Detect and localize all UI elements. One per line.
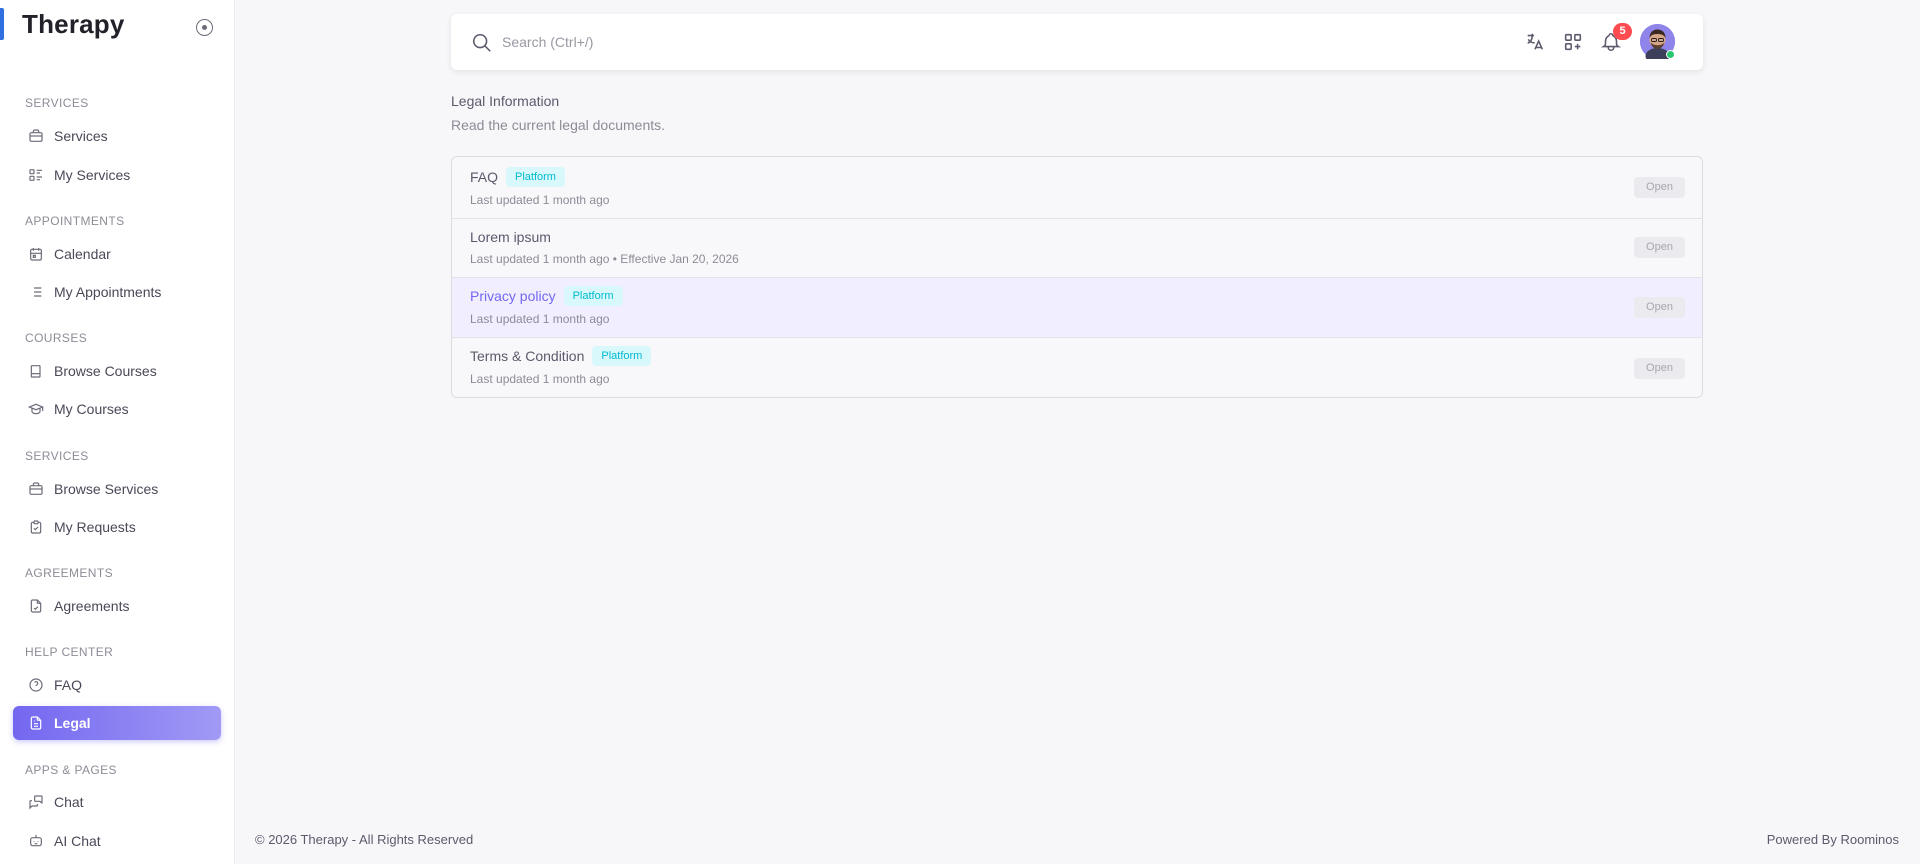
list-details-icon: [28, 167, 44, 183]
sidebar-item-faq[interactable]: FAQ: [13, 668, 221, 702]
sidebar-item-label: AI Chat: [54, 833, 101, 849]
search-icon[interactable]: [471, 32, 493, 54]
nav-header-help-center: HELP CENTER: [25, 645, 114, 659]
platform-badge: Platform: [563, 286, 623, 306]
document-meta: Last updated 1 month ago • Effective Jan…: [470, 252, 739, 266]
nav-header-services: SERVICES: [25, 96, 89, 110]
sidebar-item-my-appointments[interactable]: My Appointments: [13, 275, 221, 309]
page-subtitle: Read the current legal documents.: [451, 117, 666, 133]
sidebar-item-browse-courses[interactable]: Browse Courses: [13, 354, 221, 388]
sidebar-item-legal[interactable]: Legal: [13, 706, 221, 740]
open-button[interactable]: Open: [1634, 237, 1685, 258]
sidebar-item-chat[interactable]: Chat: [13, 785, 221, 819]
sidebar-item-label: My Courses: [54, 401, 129, 417]
sidebar-item-label: Agreements: [54, 598, 130, 614]
sidebar-item-label: Browse Courses: [54, 363, 157, 379]
notification-badge: 5: [1613, 23, 1632, 40]
document-meta: Last updated 1 month ago: [470, 193, 610, 207]
file-text-icon: [28, 715, 44, 731]
sidebar-item-label: Chat: [54, 794, 84, 810]
book-icon: [28, 363, 44, 379]
avatar[interactable]: [1640, 24, 1675, 64]
document-title[interactable]: FAQ: [470, 169, 498, 185]
robot-icon: [28, 833, 44, 849]
help-circle-icon: [28, 677, 44, 693]
list-icon: [28, 284, 44, 300]
document-title[interactable]: Terms & Condition: [470, 348, 584, 364]
calendar-icon: [28, 246, 44, 262]
list-item-terms-condition[interactable]: Terms & Condition Platform Last updated …: [452, 338, 1702, 397]
nav-header-agreements: AGREEMENTS: [25, 566, 114, 580]
document-meta: Last updated 1 month ago: [470, 372, 610, 386]
sidebar-item-agreements[interactable]: Agreements: [13, 589, 221, 623]
sidebar-collapse-icon[interactable]: [196, 19, 213, 36]
document-meta: Last updated 1 month ago: [470, 312, 610, 326]
sidebar-item-my-services[interactable]: My Services: [13, 158, 221, 192]
sidebar-item-my-requests[interactable]: My Requests: [13, 510, 221, 544]
open-button[interactable]: Open: [1634, 297, 1685, 318]
grid-plus-icon[interactable]: [1562, 31, 1584, 53]
brand[interactable]: Therapy: [0, 0, 235, 52]
briefcase-icon: [28, 481, 44, 497]
online-status-dot: [1666, 50, 1675, 59]
nav-header-appointments: APPOINTMENTS: [25, 214, 125, 228]
sidebar-item-label: Calendar: [54, 246, 111, 262]
school-cap-icon: [28, 401, 44, 417]
platform-badge: Platform: [592, 346, 652, 366]
brand-accent-bar: [0, 8, 4, 40]
sidebar-item-calendar[interactable]: Calendar: [13, 237, 221, 271]
page-title: Legal Information: [451, 93, 560, 109]
sidebar-item-label: Legal: [54, 715, 91, 731]
sidebar-item-services[interactable]: Services: [13, 119, 221, 153]
language-icon[interactable]: [1524, 31, 1546, 53]
sidebar-item-label: Browse Services: [54, 481, 159, 497]
app-title: Therapy: [22, 9, 125, 39]
sidebar-item-label: My Appointments: [54, 284, 162, 300]
clipboard-check-icon: [28, 519, 44, 535]
document-title[interactable]: Privacy policy: [470, 288, 556, 304]
sidebar-item-label: My Requests: [54, 519, 136, 535]
sidebar-item-browse-services[interactable]: Browse Services: [13, 472, 221, 506]
footer-powered-by[interactable]: Powered By Roominos: [1767, 832, 1899, 847]
legal-document-list: FAQ Platform Last updated 1 month ago Op…: [451, 156, 1703, 398]
sidebar-item-label: My Services: [54, 167, 131, 183]
open-button[interactable]: Open: [1634, 177, 1685, 198]
nav-header-services-2: SERVICES: [25, 449, 89, 463]
search-input[interactable]: [502, 31, 1002, 53]
top-navbar: 5: [451, 14, 1703, 70]
open-button[interactable]: Open: [1634, 358, 1685, 379]
briefcase-icon: [28, 128, 44, 144]
sidebar-item-label: Services: [54, 128, 108, 144]
document-title[interactable]: Lorem ipsum: [470, 229, 551, 245]
list-item-faq[interactable]: FAQ Platform Last updated 1 month ago Op…: [452, 157, 1702, 219]
sidebar: Therapy SERVICES Services My Services AP…: [0, 0, 235, 864]
messages-icon: [28, 794, 44, 810]
nav-header-apps-pages: APPS & PAGES: [25, 763, 117, 777]
list-item-privacy-policy[interactable]: Privacy policy Platform Last updated 1 m…: [452, 278, 1702, 338]
sidebar-item-my-courses[interactable]: My Courses: [13, 392, 221, 426]
sidebar-item-ai-chat[interactable]: AI Chat: [13, 824, 221, 858]
platform-badge: Platform: [506, 167, 565, 187]
nav-header-courses: COURSES: [25, 331, 88, 345]
file-check-icon: [28, 598, 44, 614]
sidebar-item-label: FAQ: [54, 677, 83, 693]
footer-copyright: © 2026 Therapy - All Rights Reserved: [255, 832, 474, 847]
list-item-lorem-ipsum[interactable]: Lorem ipsum Last updated 1 month ago • E…: [452, 219, 1702, 278]
